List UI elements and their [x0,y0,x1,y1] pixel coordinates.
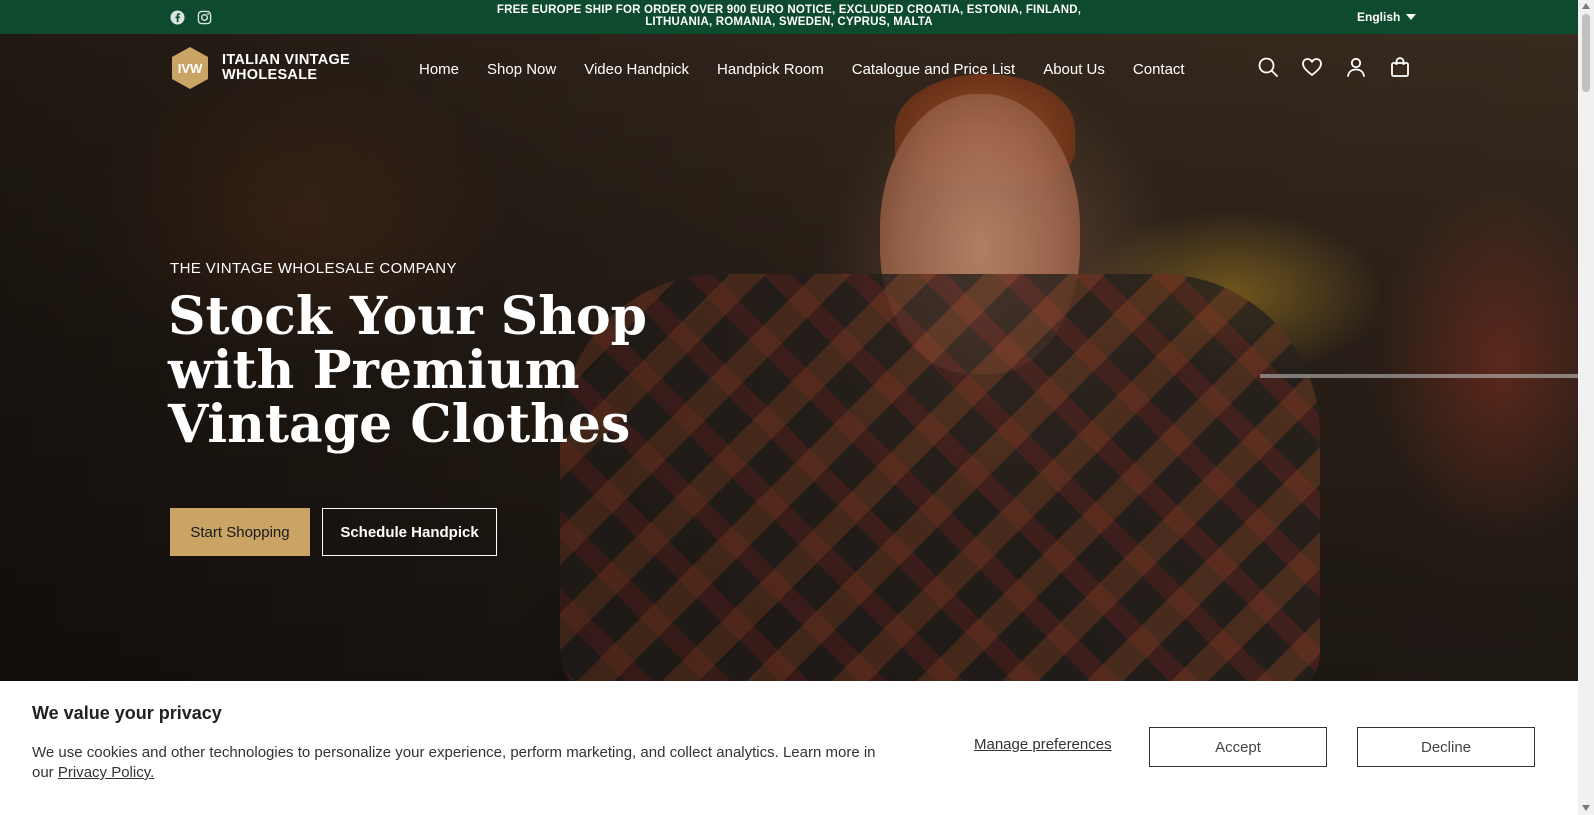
decline-button[interactable]: Decline [1357,727,1535,767]
language-selector[interactable]: English [1357,10,1417,24]
language-label: English [1357,10,1401,24]
facebook-icon[interactable] [170,10,185,25]
social-links [170,10,212,25]
nav-home[interactable]: Home [419,61,459,78]
nav-about-us[interactable]: About Us [1043,61,1105,78]
page-scrollbar[interactable] [1578,0,1594,815]
scrollbar-thumb[interactable] [1582,14,1590,92]
announcement-text: FREE EUROPE SHIP FOR ORDER OVER 900 EURO… [496,4,1082,28]
announcement-bar: FREE EUROPE SHIP FOR ORDER OVER 900 EURO… [0,0,1578,34]
accept-button[interactable]: Accept [1149,727,1327,767]
cart-icon[interactable] [1389,56,1411,78]
schedule-handpick-button[interactable]: Schedule Handpick [322,508,497,556]
main-nav: Home Shop Now Video Handpick Handpick Ro… [419,61,1185,78]
site-header: IVW ITALIAN VINTAGE WHOLESALE Home Shop … [0,34,1578,104]
logo-name: ITALIAN VINTAGE WHOLESALE [222,52,351,83]
scroll-down-icon[interactable] [1582,805,1590,811]
scroll-up-icon[interactable] [1582,3,1590,9]
instagram-icon[interactable] [197,10,212,25]
site-logo[interactable]: IVW ITALIAN VINTAGE WHOLESALE [170,46,362,90]
nav-catalogue[interactable]: Catalogue and Price List [852,61,1015,78]
nav-shop-now[interactable]: Shop Now [487,61,556,78]
privacy-policy-link[interactable]: Privacy Policy. [58,764,154,781]
account-icon[interactable] [1345,56,1367,78]
cookie-title: We value your privacy [32,703,222,723]
wishlist-icon[interactable] [1301,56,1323,78]
logo-hexagon-icon: IVW [170,46,210,90]
nav-contact[interactable]: Contact [1133,61,1185,78]
header-actions [1257,56,1411,78]
nav-video-handpick[interactable]: Video Handpick [584,61,689,78]
manage-preferences-button[interactable]: Manage preferences [974,736,1112,753]
start-shopping-button[interactable]: Start Shopping [170,508,310,556]
hero-eyebrow: THE VINTAGE WHOLESALE COMPANY [170,260,457,277]
cookie-body: We use cookies and other technologies to… [32,744,876,781]
cookie-banner: We value your privacy We use cookies and… [0,681,1578,815]
search-icon[interactable] [1257,56,1279,78]
cookie-text: We use cookies and other technologies to… [32,743,882,783]
nav-handpick-room[interactable]: Handpick Room [717,61,824,78]
chevron-down-icon [1406,14,1417,20]
logo-mark: IVW [178,61,203,76]
hero-headline: Stock Your Shop with Premium Vintage Clo… [168,286,648,455]
